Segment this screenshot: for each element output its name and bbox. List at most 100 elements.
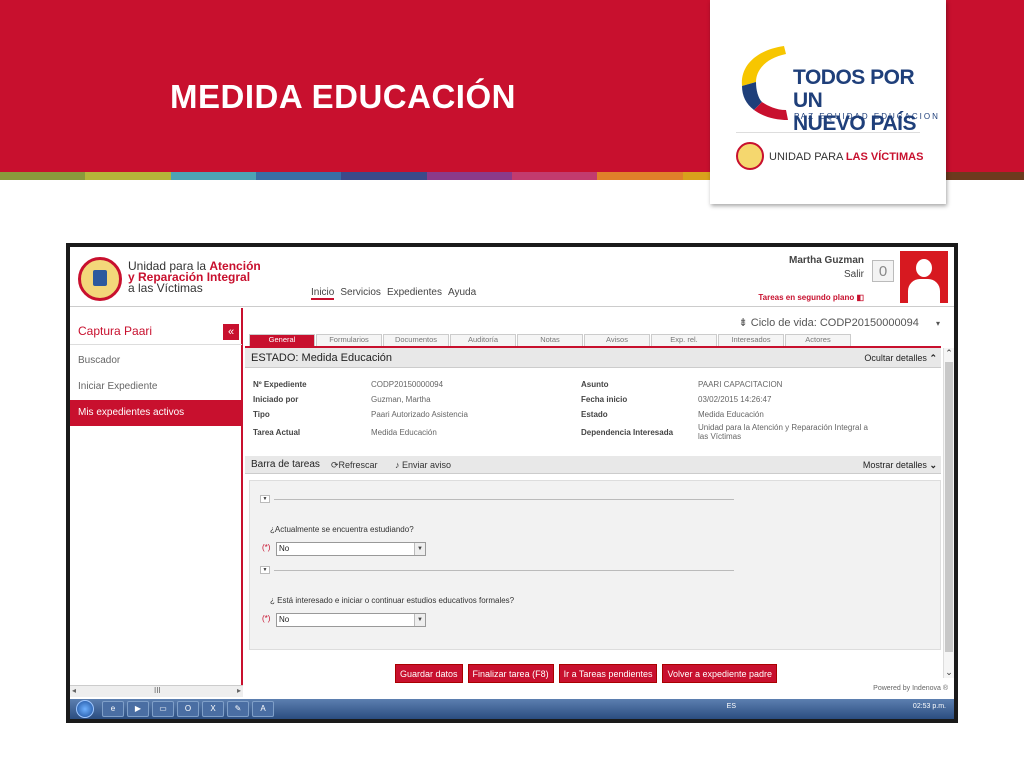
detail-value: PAARI CAPACITACION	[698, 380, 783, 389]
sidebar-item-mis-expedientes[interactable]: Mis expedientes activos	[70, 400, 242, 426]
victims-unit-name: UNIDAD PARA LAS VÍCTIMAS	[769, 151, 924, 163]
background-tasks-link[interactable]: Tareas en segundo plano ◧	[758, 293, 864, 302]
tab-notas[interactable]: Notas	[517, 334, 583, 346]
main-vertical-scrollbar[interactable]: ⌃ ⌄	[943, 348, 954, 678]
color-strip-segment	[255, 172, 342, 180]
detail-label: Iniciado por	[253, 395, 299, 404]
parent-case-button[interactable]: Volver a expediente padre	[662, 664, 778, 683]
action-buttons: Guardar datos Finalizar tarea (F8) Ir a …	[395, 664, 778, 683]
language-indicator[interactable]: ES	[727, 703, 736, 710]
sidebar-horizontal-scrollbar[interactable]: ◂ III ▸	[70, 685, 243, 697]
tab-bar: General Formularios Documentos Auditoría…	[249, 334, 852, 346]
hide-details-toggle[interactable]: Ocultar detalles ⌃	[864, 353, 937, 364]
unidad-victimas-logo-text: Unidad para la Atención y Reparación Int…	[128, 259, 261, 295]
color-strip-segment	[85, 172, 171, 180]
colombia-flag-icon	[741, 46, 788, 120]
show-details-toggle[interactable]: Mostrar detalles ⌄	[863, 460, 937, 471]
bell-icon: ♪	[395, 460, 400, 470]
user-name: Martha Guzman	[788, 255, 864, 266]
logo-tagline: PAZ EQUIDAD EDUCACION	[794, 112, 940, 121]
victims-unit-seal-icon	[736, 142, 764, 170]
chevron-down-icon: ⌄	[929, 460, 937, 470]
outlook-icon[interactable]: O	[177, 701, 199, 717]
slide-title: MEDIDA EDUCACIÓN	[170, 78, 516, 115]
paari-application: Unidad para la Atención y Reparación Int…	[70, 247, 954, 699]
tab-exp-rel[interactable]: Exp. rel.	[651, 334, 717, 346]
scroll-up-icon[interactable]: ⌃	[944, 348, 954, 359]
scroll-thumb[interactable]	[945, 362, 953, 652]
media-icon[interactable]: ▶	[127, 701, 149, 717]
nav-expedientes[interactable]: Expedientes	[387, 287, 442, 300]
user-box: Martha Guzman Salir Tareas en segundo pl…	[758, 255, 864, 302]
section-collapse-button[interactable]: ▼	[260, 495, 270, 503]
system-clock[interactable]: 02:53 p.m.	[913, 703, 946, 710]
tab-actores[interactable]: Actores	[785, 334, 851, 346]
color-strip-segment	[170, 172, 256, 180]
app-header: Unidad para la Atención y Reparación Int…	[70, 247, 954, 307]
tab-interesados[interactable]: Interesados	[718, 334, 784, 346]
section-divider	[274, 570, 734, 571]
logout-link[interactable]: Salir	[758, 269, 864, 280]
folder-icon[interactable]: ▭	[152, 701, 174, 717]
required-marker: (*)	[262, 543, 271, 552]
detail-value: Guzman, Martha	[371, 395, 431, 404]
dropdown-arrow-icon[interactable]: ▼	[414, 543, 425, 555]
scroll-right-icon[interactable]: ▸	[237, 686, 241, 695]
save-data-button[interactable]: Guardar datos	[395, 664, 463, 683]
detail-value: 03/02/2015 14:26:47	[698, 395, 772, 404]
detail-value: Medida Educación	[371, 428, 437, 437]
tab-formularios[interactable]: Formularios	[316, 334, 382, 346]
sidebar-collapse-button[interactable]: «	[223, 324, 239, 340]
required-marker: (*)	[262, 614, 271, 623]
user-avatar-icon[interactable]	[900, 251, 948, 303]
powered-by: Powered by Indenova ®	[873, 685, 948, 692]
estado-header: ESTADO: Medida Educación Ocultar detalle…	[245, 348, 941, 368]
tab-documentos[interactable]: Documentos	[383, 334, 449, 346]
section-collapse-button[interactable]: ▼	[260, 566, 270, 574]
lifecycle-indicator[interactable]: ⇟ Ciclo de vida: CODP20150000094 ▾	[738, 316, 940, 329]
education-form: ▼ ¿Actualmente se encuentra estudiando? …	[249, 480, 941, 650]
question-studying: ¿Actualmente se encuentra estudiando?	[270, 525, 414, 534]
pending-tasks-button[interactable]: Ir a Tareas pendientes	[558, 664, 658, 683]
refresh-button[interactable]: ⟳Refrescar	[331, 460, 378, 471]
color-strip-segment	[938, 172, 1024, 180]
detail-value: Paari Autorizado Asistencia	[371, 410, 468, 419]
top-navigation: Inicio Servicios Expedientes Ayuda	[311, 287, 476, 300]
sidebar: Captura Paari « Buscador Iniciar Expedie…	[70, 308, 243, 697]
detail-label: Asunto	[581, 380, 609, 389]
sidebar-divider	[70, 344, 242, 345]
task-bar-title: Barra de tareas	[251, 459, 320, 470]
dropdown-arrow-icon[interactable]: ▼	[414, 614, 425, 626]
color-strip-segment	[426, 172, 512, 180]
nav-inicio[interactable]: Inicio	[311, 287, 335, 300]
tab-general[interactable]: General	[249, 334, 315, 346]
color-strip-segment	[341, 172, 427, 180]
detail-value: Unidad para la Atención y Reparación Int…	[698, 423, 868, 441]
sidebar-item-iniciar-expediente[interactable]: Iniciar Expediente	[70, 374, 242, 400]
start-button[interactable]	[76, 700, 94, 718]
interested-select[interactable]: No ▼	[276, 613, 426, 627]
finish-task-button[interactable]: Finalizar tarea (F8)	[467, 664, 554, 683]
sidebar-item-buscador[interactable]: Buscador	[70, 348, 242, 374]
scroll-left-icon[interactable]: ◂	[72, 686, 76, 695]
tab-auditoria[interactable]: Auditoría	[450, 334, 516, 346]
tab-avisos[interactable]: Avisos	[584, 334, 650, 346]
case-details: Nº Expediente CODP20150000094 Iniciado p…	[251, 376, 941, 456]
nav-servicios[interactable]: Servicios	[340, 287, 381, 300]
application-screenshot: Unidad para la Atención y Reparación Int…	[66, 243, 958, 723]
refresh-icon: ⟳	[331, 460, 339, 470]
tool-icon[interactable]: ✎	[227, 701, 249, 717]
detail-label: Fecha inicio	[581, 395, 628, 404]
scroll-down-icon[interactable]: ⌄	[944, 667, 954, 678]
lifecycle-dropdown-icon[interactable]: ▾	[936, 319, 940, 328]
excel-icon[interactable]: X	[202, 701, 224, 717]
pdf-icon[interactable]: A	[252, 701, 274, 717]
notification-counter[interactable]: 0	[872, 260, 894, 282]
windows-taskbar: e ▶ ▭ O X ✎ A ES 02:53 p.m.	[70, 699, 954, 719]
ie-icon[interactable]: e	[102, 701, 124, 717]
send-notice-button[interactable]: ♪ Enviar aviso	[395, 460, 451, 470]
studying-select[interactable]: No ▼	[276, 542, 426, 556]
nav-ayuda[interactable]: Ayuda	[448, 287, 476, 300]
scroll-grip[interactable]: III	[154, 686, 161, 695]
chevron-up-icon: ⌃	[929, 353, 937, 363]
